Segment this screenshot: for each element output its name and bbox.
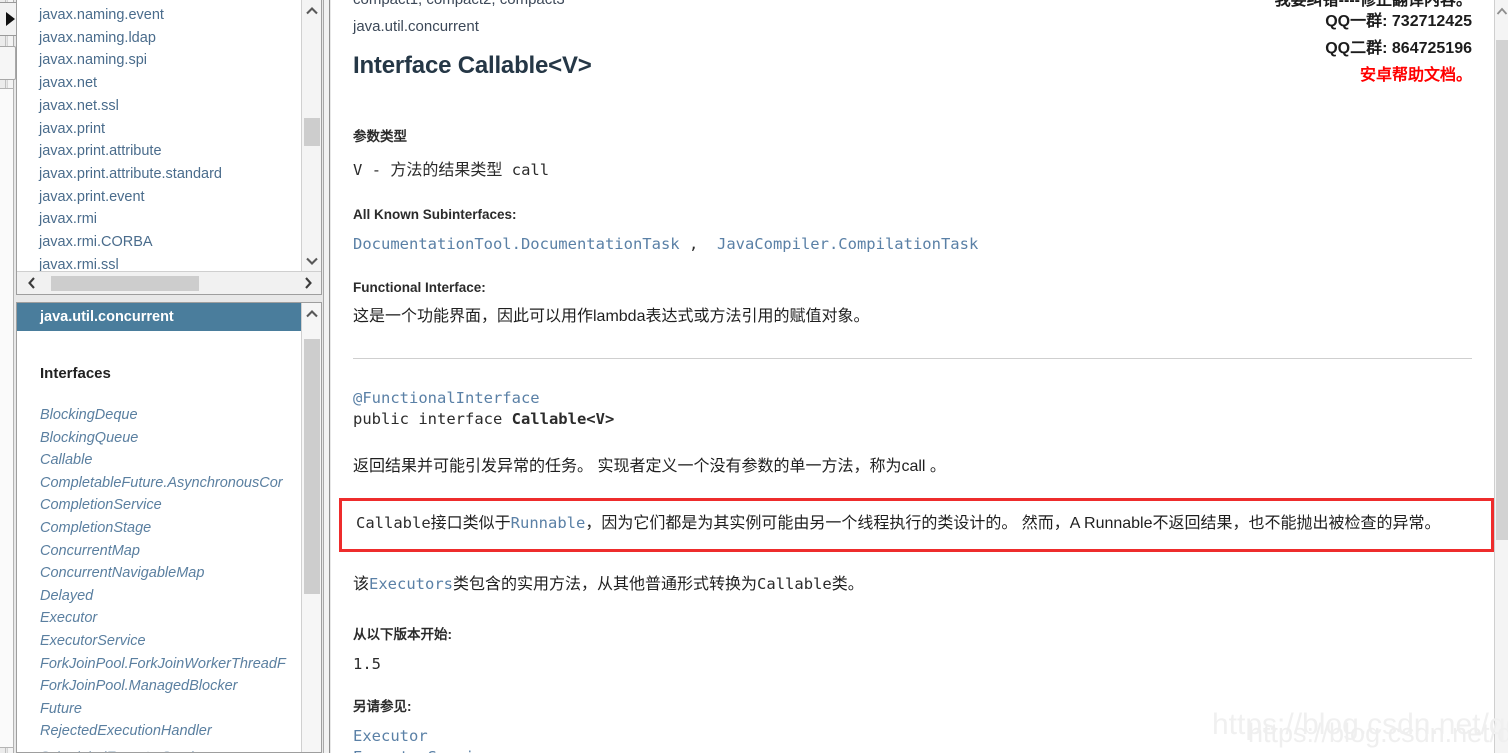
class-list-item[interactable]: Executor [40,607,303,630]
column-splitter[interactable] [323,0,330,753]
correction-notice[interactable]: 我要纠错----修正翻译内容。 [1275,0,1472,8]
class-list-item[interactable]: ForkJoinPool.ForkJoinWorkerThreadF [40,653,303,676]
since-value: 1.5 [353,655,381,674]
desc2-middle: 类包含的实用方法，从其他普通形式转换为 [453,575,758,593]
scrollbar-thumb[interactable] [304,118,320,146]
class-list-item[interactable]: ConcurrentNavigableMap [40,562,303,585]
see-also-link[interactable]: Executor [353,727,1472,745]
type-parameter-desc: 方法的结果类型 [390,162,503,179]
class-list-item[interactable]: CompletionStage [40,517,303,540]
package-list-item[interactable]: javax.print.attribute [39,140,303,163]
class-list-item[interactable]: Callable [40,449,303,472]
type-parameter-name: V [353,161,363,179]
package-list-item[interactable]: javax.rmi.CORBA [39,231,303,254]
class-list-frame: java.util.concurrent Interfaces Blocking… [16,302,322,753]
application-window: javax.naming.event javax.naming.ldap jav… [0,0,1508,753]
class-list-package-header[interactable]: java.util.concurrent [17,303,303,331]
desc2-suffix: 类。 [831,575,864,593]
class-list-item[interactable]: ForkJoinPool.ManagedBlocker [40,675,303,698]
subinterface-link[interactable]: JavaCompiler.CompilationTask [717,235,978,253]
package-list-item[interactable]: javax.naming.ldap [39,27,303,50]
package-list-frame: javax.naming.event javax.naming.ldap jav… [16,0,322,295]
left-rail-panel [0,88,14,748]
chevron-up-icon[interactable] [302,303,321,325]
scrollbar-thumb[interactable] [304,339,320,594]
class-list-item[interactable]: BlockingQueue [40,427,303,450]
highlight-code-callable: Callable [356,513,431,532]
scrollbar-thumb[interactable] [1496,40,1508,540]
document-vertical-scrollbar[interactable] [1494,0,1508,753]
type-parameters-label: 参数类型 [353,129,407,144]
chevron-right-icon[interactable] [293,272,321,294]
highlight-seg-2: 接口类似于 [430,514,511,532]
package-list[interactable]: javax.naming.event javax.naming.ldap jav… [17,0,303,272]
package-list-horizontal-scrollbar[interactable] [17,271,321,294]
site-brand: 安卓帮助文档。 [1359,67,1472,84]
left-column: javax.naming.event javax.naming.ldap jav… [16,0,322,753]
type-parameter-dash: - [371,161,382,179]
highlighted-note-box: Callable接口类似于Runnable，因为它们都是为其实例可能由另一个线程… [339,497,1494,552]
subinterfaces-label: All Known Subinterfaces: [353,207,517,222]
chevron-up-icon[interactable] [302,0,321,22]
package-list-item[interactable]: javax.naming.event [39,4,303,27]
package-list-item[interactable]: javax.naming.spi [39,49,303,72]
see-also-link-clipped[interactable]: ExecutorService [353,748,1472,753]
qq-group-2: QQ二群: 864725196 [1325,40,1472,57]
package-list-item[interactable]: javax.print [39,118,303,141]
documentation-content: compact1, compact2, compact3 java.util.c… [331,0,1494,753]
declaration-annotation[interactable]: @FunctionalInterface [353,389,1472,407]
desc2-prefix: 该 [353,575,370,593]
see-also-label: 另请参见: [353,699,412,715]
section-divider [353,357,1472,359]
package-list-item[interactable]: javax.print.attribute.standard [39,163,303,186]
subinterface-link[interactable]: DocumentationTool.DocumentationTask [353,235,680,253]
package-list-vertical-scrollbar[interactable] [301,0,321,272]
chevron-up-icon[interactable] [1495,0,1508,22]
package-list-item[interactable]: javax.rmi.ssl [39,254,303,272]
class-list-item[interactable]: ExecutorService [40,630,303,653]
package-list-item[interactable]: javax.net.ssl [39,95,303,118]
class-list-section-title: Interfaces [40,365,111,382]
highlighted-note-text: Callable接口类似于Runnable，因为它们都是为其实例可能由另一个线程… [356,511,1479,537]
class-list-item[interactable]: CompletableFuture.AsynchronousCor [40,472,303,495]
class-list-item[interactable]: ConcurrentMap [40,540,303,563]
contact-info-block: 我要纠错----修正翻译内容。 QQ一群: 732712425 QQ二群: 86… [1275,0,1472,89]
subinterfaces-separator: , [688,235,699,253]
class-list-item[interactable]: BlockingDeque [40,404,303,427]
description-paragraph-1: 返回结果并可能引发异常的任务。 实现者定义一个没有参数的单一方法，称为call … [353,457,946,475]
package-list-item[interactable]: javax.print.event [39,186,303,209]
declaration-name: Callable<V> [511,409,615,428]
class-list-item-clipped[interactable]: ScheduledExecutorService [40,745,303,752]
executors-link[interactable]: Executors [369,575,453,593]
functional-interface-description: 这是一个功能界面，因此可以用作lambda表达式或方法引用的赋值对象。 [353,308,870,325]
package-list-item[interactable]: javax.net [39,72,303,95]
desc2-code-callable: Callable [757,574,832,593]
functional-interface-label: Functional Interface: [353,280,486,295]
class-list-item[interactable]: CompletionService [40,494,303,517]
type-parameter-method: call [511,161,550,179]
left-rail-button-secondary[interactable] [0,46,16,80]
class-list-vertical-scrollbar[interactable] [301,303,321,752]
documentation-pane: compact1, compact2, compact3 java.util.c… [331,0,1494,753]
declaration-modifier: public interface [353,409,512,428]
subinterfaces-list: DocumentationTool.DocumentationTask , Ja… [353,235,1472,254]
scrollbar-thumb[interactable] [51,275,199,291]
description-paragraph-2: 该Executors类包含的实用方法，从其他普通形式转换为Callable类。 [353,572,1472,598]
type-parameter-entry: V - 方法的结果类型 call [353,156,1472,180]
since-label: 从以下版本开始: [353,627,452,643]
chevron-left-icon[interactable] [17,272,47,294]
chevron-down-icon[interactable] [302,250,321,272]
class-list: Interfaces BlockingDeque BlockingQueue C… [17,331,303,752]
class-list-item[interactable]: Future [40,698,303,721]
highlight-seg-3: ，因为它们都是为其实例可能由另一个线程执行的类设计的。 然而，A Runnabl… [585,514,1441,532]
declaration-signature: public interface Callable<V> [353,410,1472,428]
package-list-item[interactable]: javax.rmi [39,208,303,231]
qq-group-1: QQ一群: 732712425 [1325,13,1472,30]
triangle-right-icon [6,12,15,26]
runnable-link[interactable]: Runnable [511,514,586,532]
class-list-item[interactable]: Delayed [40,585,303,608]
class-list-item[interactable]: RejectedExecutionHandler [40,720,303,743]
